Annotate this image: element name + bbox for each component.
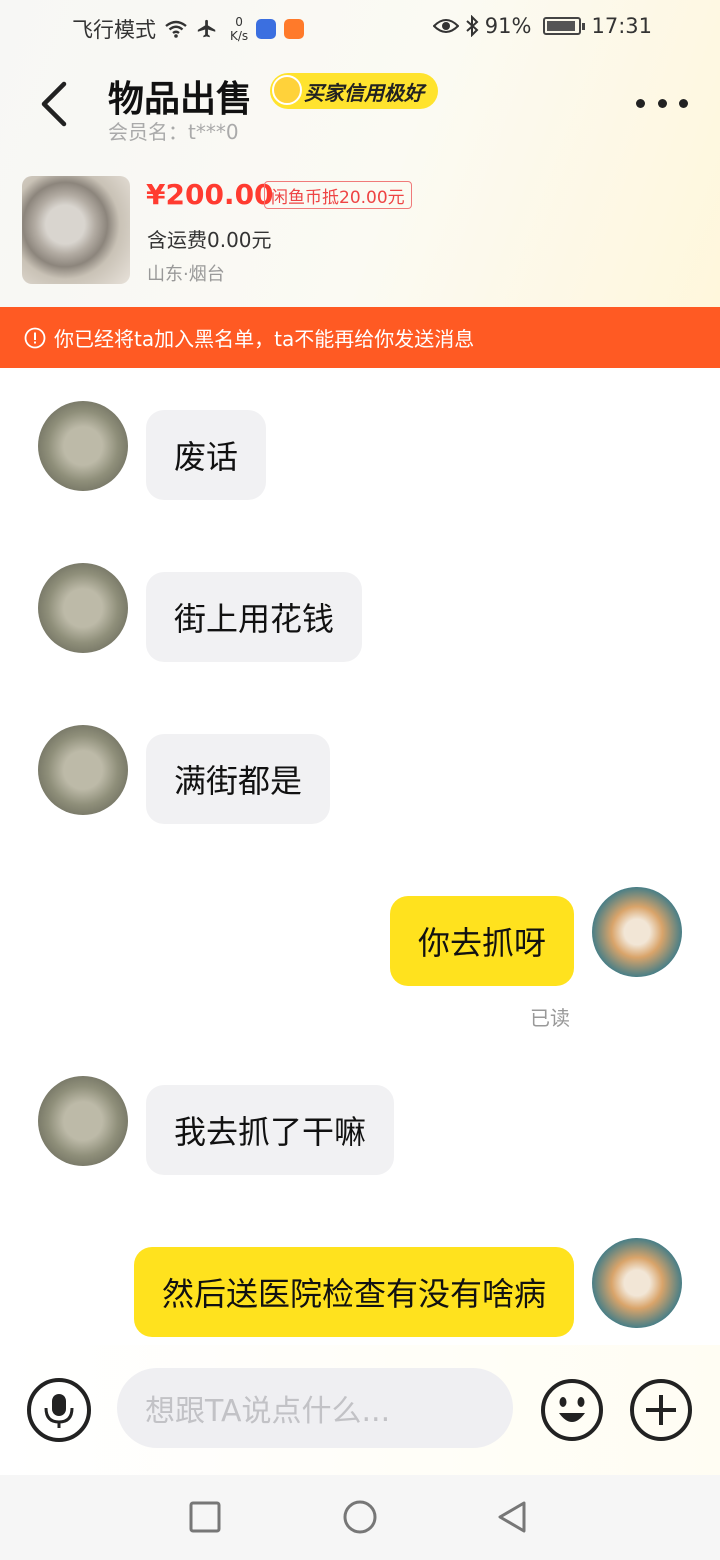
user-avatar[interactable] <box>592 887 682 977</box>
battery-percent: 91% <box>484 14 532 38</box>
blacklist-text: 你已经将ta加入黑名单，ta不能再给你发送消息 <box>54 327 475 351</box>
contact-avatar[interactable] <box>38 725 128 815</box>
square-icon[interactable] <box>185 1497 225 1537</box>
emoji-icon[interactable] <box>540 1378 604 1442</box>
message-bubble[interactable]: 满街都是 <box>146 734 331 824</box>
member-name: 会员名：t***0 <box>108 120 239 144</box>
clock: 17:31 <box>591 14 652 38</box>
read-status: 已读 <box>530 1006 570 1030</box>
status-left: 飞行模式 0 K/s <box>72 14 305 44</box>
net-speed: 0 K/s <box>230 15 248 43</box>
status-bar: 飞行模式 0 K/s 91% 17:31 <box>0 0 720 56</box>
contact-avatar[interactable] <box>38 401 128 491</box>
contact-avatar[interactable] <box>38 563 128 653</box>
net-speed-unit: K/s <box>230 29 249 43</box>
microphone-icon[interactable] <box>27 1378 91 1442</box>
star-eyes-emoji-icon <box>272 75 302 105</box>
product-price: ¥200.00 <box>146 178 274 211</box>
product-location: 山东·烟台 <box>147 264 225 285</box>
user-avatar[interactable] <box>592 1238 682 1328</box>
airplane-icon <box>197 19 216 38</box>
triangle-back-icon[interactable] <box>492 1497 532 1537</box>
bluetooth-icon <box>466 15 479 37</box>
airplane-mode-label: 飞行模式 <box>72 18 156 42</box>
product-thumbnail[interactable] <box>22 176 130 284</box>
warning-icon <box>24 327 46 348</box>
eye-icon <box>432 19 459 33</box>
net-speed-value: 0 <box>235 15 243 29</box>
shipping-info: 含运费0.00元 <box>147 228 272 252</box>
input-bar: 想跟TA说点什么... <box>0 1345 720 1475</box>
status-right: 91% 17:31 <box>432 14 652 38</box>
message-bubble[interactable]: 我去抓了干嘛 <box>146 1085 395 1175</box>
coin-deduction-tag: 闲鱼币抵20.00元 <box>264 181 412 209</box>
message-bubble[interactable]: 街上用花钱 <box>146 572 363 662</box>
credit-badge-label: 买家信用极好 <box>304 80 424 105</box>
page-title: 物品出售 <box>108 79 253 120</box>
blacklist-banner: 你已经将ta加入黑名单，ta不能再给你发送消息 <box>0 307 720 368</box>
more-icon[interactable] <box>636 92 688 114</box>
store-app-icon <box>284 19 305 39</box>
message-bubble[interactable]: 然后送医院检查有没有啥病 <box>133 1247 574 1337</box>
message-bubble[interactable]: 废话 <box>146 410 267 500</box>
battery-icon <box>543 17 586 35</box>
plus-icon[interactable] <box>629 1378 693 1442</box>
credit-badge[interactable]: 买家信用极好 <box>270 73 438 109</box>
message-input[interactable]: 想跟TA说点什么... <box>117 1368 513 1448</box>
back-arrow-icon[interactable] <box>36 80 76 128</box>
contact-avatar[interactable] <box>38 1076 128 1166</box>
music-app-icon <box>256 19 277 39</box>
circle-icon[interactable] <box>340 1497 380 1537</box>
system-nav-bar <box>0 1475 720 1560</box>
message-bubble[interactable]: 你去抓呀 <box>389 896 574 986</box>
wifi-icon <box>165 20 187 38</box>
